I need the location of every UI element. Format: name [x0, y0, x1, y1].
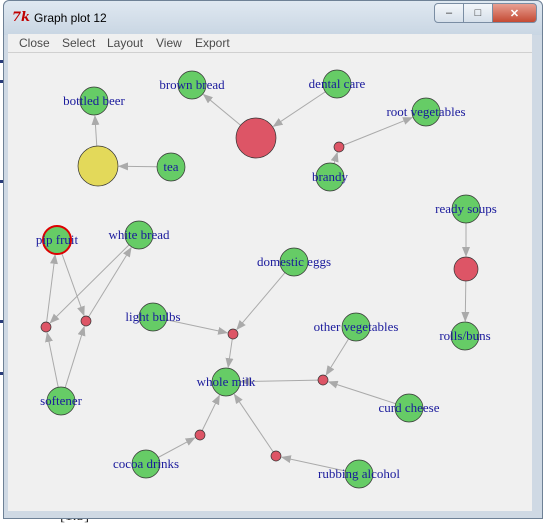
- edge-cocoa_drinks-to-r9: [158, 437, 196, 458]
- item-label-light-bulbs: light bulbs: [125, 309, 180, 324]
- minimize-icon: –: [445, 7, 453, 19]
- item-label-other-vegetables: other vegetables: [314, 319, 399, 334]
- item-label-bottled-beer: bottled beer: [63, 93, 125, 108]
- edge-other_vegetables-to-r8: [325, 338, 350, 376]
- rule-node-r7[interactable]: [227, 328, 239, 340]
- edge-domestic_eggs-to-r7: [236, 272, 286, 331]
- menu-view[interactable]: View: [156, 36, 182, 50]
- menu-bar: Close Select Layout View Export: [8, 34, 532, 53]
- edge-r7-to-whole_milk: [225, 338, 234, 369]
- graph-canvas[interactable]: bottled beer brown bread dental care root v…: [8, 53, 532, 511]
- edge-dental_care-to-r1: [272, 91, 326, 127]
- tk-feather-icon: 7k: [12, 10, 31, 25]
- edge-r9-to-whole_milk: [201, 394, 220, 431]
- item-label-brandy: brandy: [312, 169, 349, 184]
- edge-tea-to-r2: [117, 162, 158, 171]
- rule-node-r6[interactable]: [80, 315, 92, 327]
- close-icon: ✕: [509, 7, 520, 20]
- edge-softener-to-r6: [64, 325, 86, 388]
- edge-r10-to-whole_milk: [233, 393, 274, 453]
- menu-close[interactable]: Close: [19, 36, 50, 50]
- item-label-root-vegetables: root vegetables: [386, 104, 465, 119]
- item-label-curd-cheese: curd cheese: [379, 400, 440, 415]
- edge-r3-to-root_vegetables: [343, 117, 414, 146]
- close-window-button[interactable]: ✕: [492, 3, 537, 23]
- menu-export[interactable]: Export: [195, 36, 230, 50]
- edge-r6-to-white_bread: [88, 246, 132, 318]
- item-label-softener: softener: [40, 393, 83, 408]
- item-label-domestic-eggs: domestic eggs: [257, 254, 331, 269]
- maximize-button[interactable]: □: [463, 3, 493, 23]
- item-label-tea: tea: [163, 159, 178, 174]
- item-label-cocoa-drinks: cocoa drinks: [113, 456, 179, 471]
- item-label-pip-fruit: pip fruit: [36, 232, 79, 247]
- rule-node-r10[interactable]: [270, 450, 282, 462]
- rule-node-r8[interactable]: [317, 374, 329, 386]
- title-bar[interactable]: 7k Graph plot 12 – □ ✕: [4, 1, 542, 35]
- window-bottom-border: [8, 511, 532, 516]
- minimize-button[interactable]: –: [434, 3, 464, 23]
- item-label-white-bread: white bread: [108, 227, 170, 242]
- rule-node-r1[interactable]: [235, 117, 277, 159]
- item-label-rubbing-alcohol: rubbing alcohol: [318, 466, 400, 481]
- edge-r4-to-rolls_buns: [461, 280, 470, 323]
- rule-node-r4[interactable]: [453, 256, 479, 282]
- edge-softener-to-r5: [45, 331, 59, 388]
- edge-r2-to-bottled_beer: [91, 114, 100, 147]
- item-label-brown-bread: brown bread: [159, 77, 225, 92]
- rule-node-r9[interactable]: [194, 429, 206, 441]
- edge-r1-to-brown_bread: [202, 93, 241, 126]
- rule-node-r5[interactable]: [40, 321, 52, 333]
- edge-r5-to-pip_fruit: [46, 253, 58, 323]
- graph-plot[interactable]: bottled beer brown bread dental care root v…: [8, 53, 532, 511]
- rule-node-r3[interactable]: [333, 141, 345, 153]
- window-title: Graph plot 12: [34, 11, 107, 25]
- item-label-rolls-buns: rolls/buns: [439, 328, 490, 343]
- maximize-icon: □: [474, 7, 482, 19]
- edge-brandy-to-r3: [330, 151, 339, 164]
- rule-node-r2[interactable]: [77, 145, 119, 187]
- item-label-ready-soups: ready soups: [435, 201, 497, 216]
- edge-pip_fruit-to-r6: [61, 253, 85, 317]
- menu-select[interactable]: Select: [62, 36, 95, 50]
- item-label-dental-care: dental care: [309, 76, 366, 91]
- edge-white_bread-to-r5: [49, 244, 130, 324]
- item-label-whole-milk: whole milk: [197, 374, 256, 389]
- menu-layout[interactable]: Layout: [107, 36, 143, 50]
